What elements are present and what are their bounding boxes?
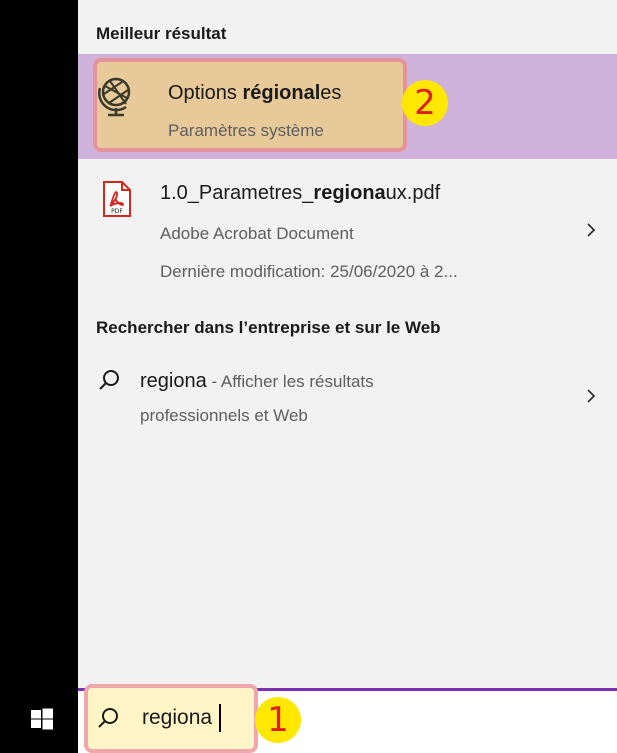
- annotation-badge-2: 2: [402, 80, 448, 126]
- best-match-subtitle: Paramètres système: [168, 121, 324, 140]
- taskbar: [0, 0, 78, 753]
- chevron-right-icon[interactable]: [583, 388, 599, 404]
- pdf-result-title: 1.0_Parametres_regionaux.pdf: [160, 182, 441, 204]
- web-search-line1: regiona - Afficher les résultats: [140, 370, 374, 392]
- pdf-icon-label: PDF: [111, 208, 123, 215]
- best-match-header: Meilleur résultat: [96, 24, 227, 43]
- web-search-line2: professionnels et Web: [140, 406, 308, 425]
- web-search-header: Rechercher dans l’entreprise et sur le W…: [96, 318, 441, 337]
- search-input[interactable]: regiona: [142, 706, 212, 730]
- pdf-result-modified: Dernière modification: 25/06/2020 à 2...: [160, 262, 458, 281]
- annotation-badge-1: 1: [255, 697, 301, 743]
- text-caret: [219, 704, 221, 732]
- search-results-panel: Meilleur résultat Options régionales Par…: [78, 0, 617, 688]
- pdf-result-type: Adobe Acrobat Document: [160, 224, 354, 243]
- pdf-icon: PDF: [103, 181, 131, 217]
- chevron-right-icon[interactable]: [583, 222, 599, 238]
- windows-start-icon[interactable]: [30, 707, 54, 731]
- search-icon: [99, 370, 119, 390]
- search-icon: [98, 708, 118, 728]
- globe-icon: [98, 77, 131, 117]
- best-match-title: Options régionales: [168, 82, 342, 104]
